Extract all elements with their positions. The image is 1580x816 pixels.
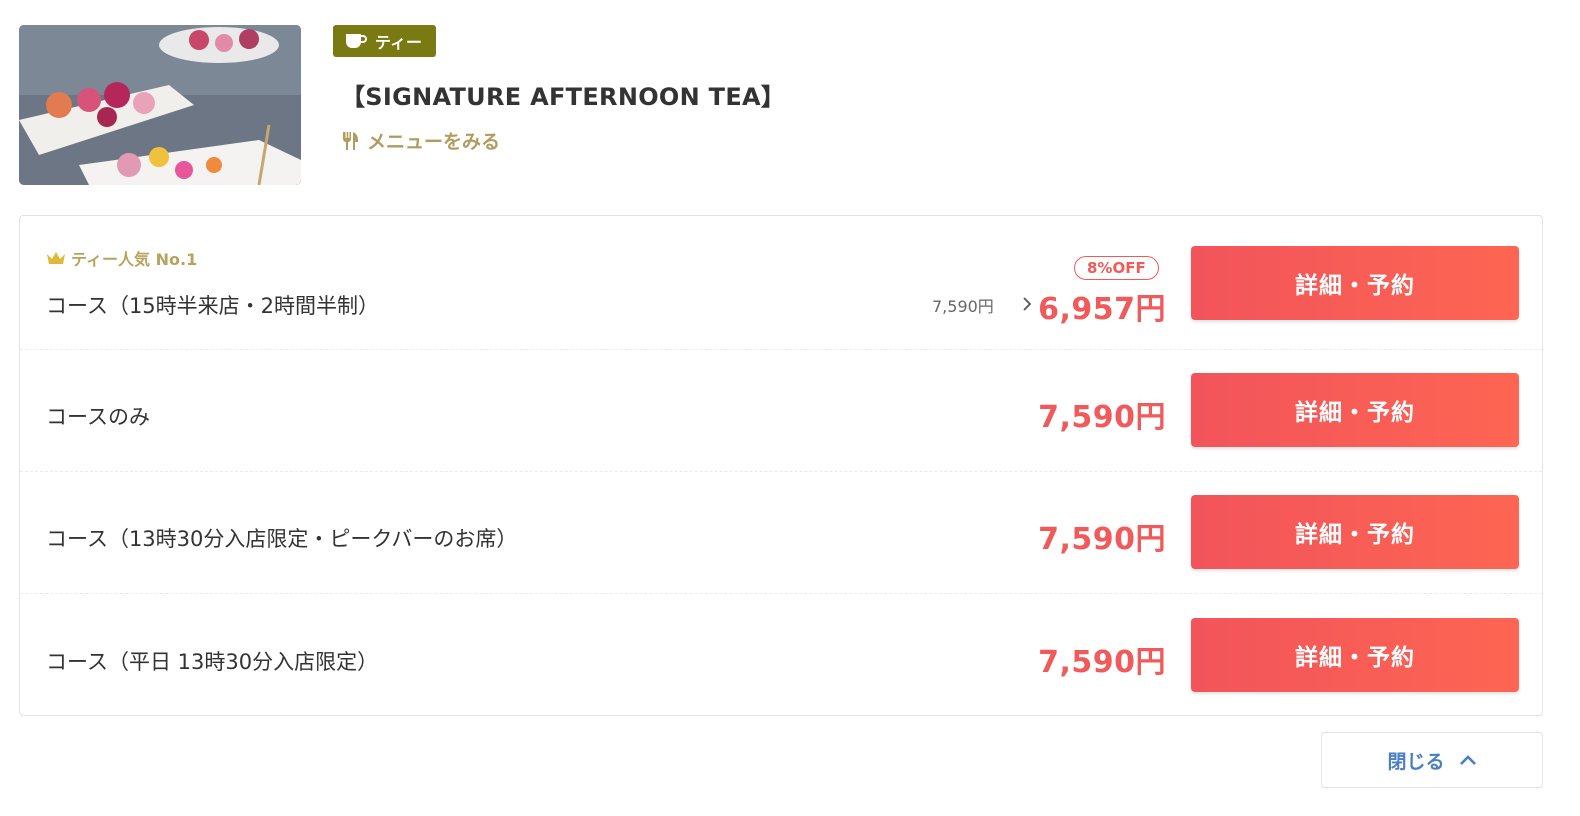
close-button[interactable]: 閉じる xyxy=(1321,732,1543,788)
discount-badge: 8%OFF xyxy=(1074,256,1159,280)
close-button-label: 閉じる xyxy=(1387,750,1445,773)
course-plans-panel: ティー 【SIGNATURE AFTERNOON TEA】 メニューをみる ティ… xyxy=(0,0,1580,816)
course-header: ティー 【SIGNATURE AFTERNOON TEA】 メニューをみる xyxy=(19,25,1559,185)
plan-name: コースのみ xyxy=(46,405,150,429)
course-photo[interactable] xyxy=(19,25,301,185)
view-menu-link[interactable]: メニューをみる xyxy=(341,127,500,154)
teacup-icon xyxy=(346,34,367,48)
crown-icon xyxy=(47,252,65,264)
plan-name: コース（平日 13時30分入店限定） xyxy=(46,650,379,674)
course-title: 【SIGNATURE AFTERNOON TEA】 xyxy=(341,83,786,111)
popular-badge-label: ティー人気 No.1 xyxy=(71,250,198,269)
plan-price: 6,957円 xyxy=(1038,292,1166,327)
details-reserve-button[interactable]: 詳細・予約 xyxy=(1191,246,1519,320)
view-menu-label: メニューをみる xyxy=(367,131,501,153)
plan-price: 7,590円 xyxy=(1038,522,1166,557)
plan-name: コース（15時半来店・2時間半制） xyxy=(46,294,380,318)
row-divider xyxy=(20,593,1542,594)
row-divider xyxy=(20,349,1542,350)
category-tag: ティー xyxy=(333,25,437,57)
details-reserve-button[interactable]: 詳細・予約 xyxy=(1191,618,1519,692)
details-reserve-button[interactable]: 詳細・予約 xyxy=(1191,495,1519,569)
details-reserve-button[interactable]: 詳細・予約 xyxy=(1191,373,1519,447)
popular-badge: ティー人気 No.1 xyxy=(46,246,197,270)
plan-price: 7,590円 xyxy=(1038,645,1166,680)
cutlery-icon xyxy=(343,131,358,150)
plan-price: 7,590円 xyxy=(1038,400,1166,435)
chevron-up-icon xyxy=(1459,755,1476,765)
plan-name: コース（13時30分入店限定・ピークバーのお席） xyxy=(46,527,518,551)
plan-list: ティー人気 No.1 コース（15時半来店・2時間半制） 7,590円 8%OF… xyxy=(19,215,1543,716)
row-divider xyxy=(20,471,1542,472)
category-tag-label: ティー xyxy=(375,33,423,52)
